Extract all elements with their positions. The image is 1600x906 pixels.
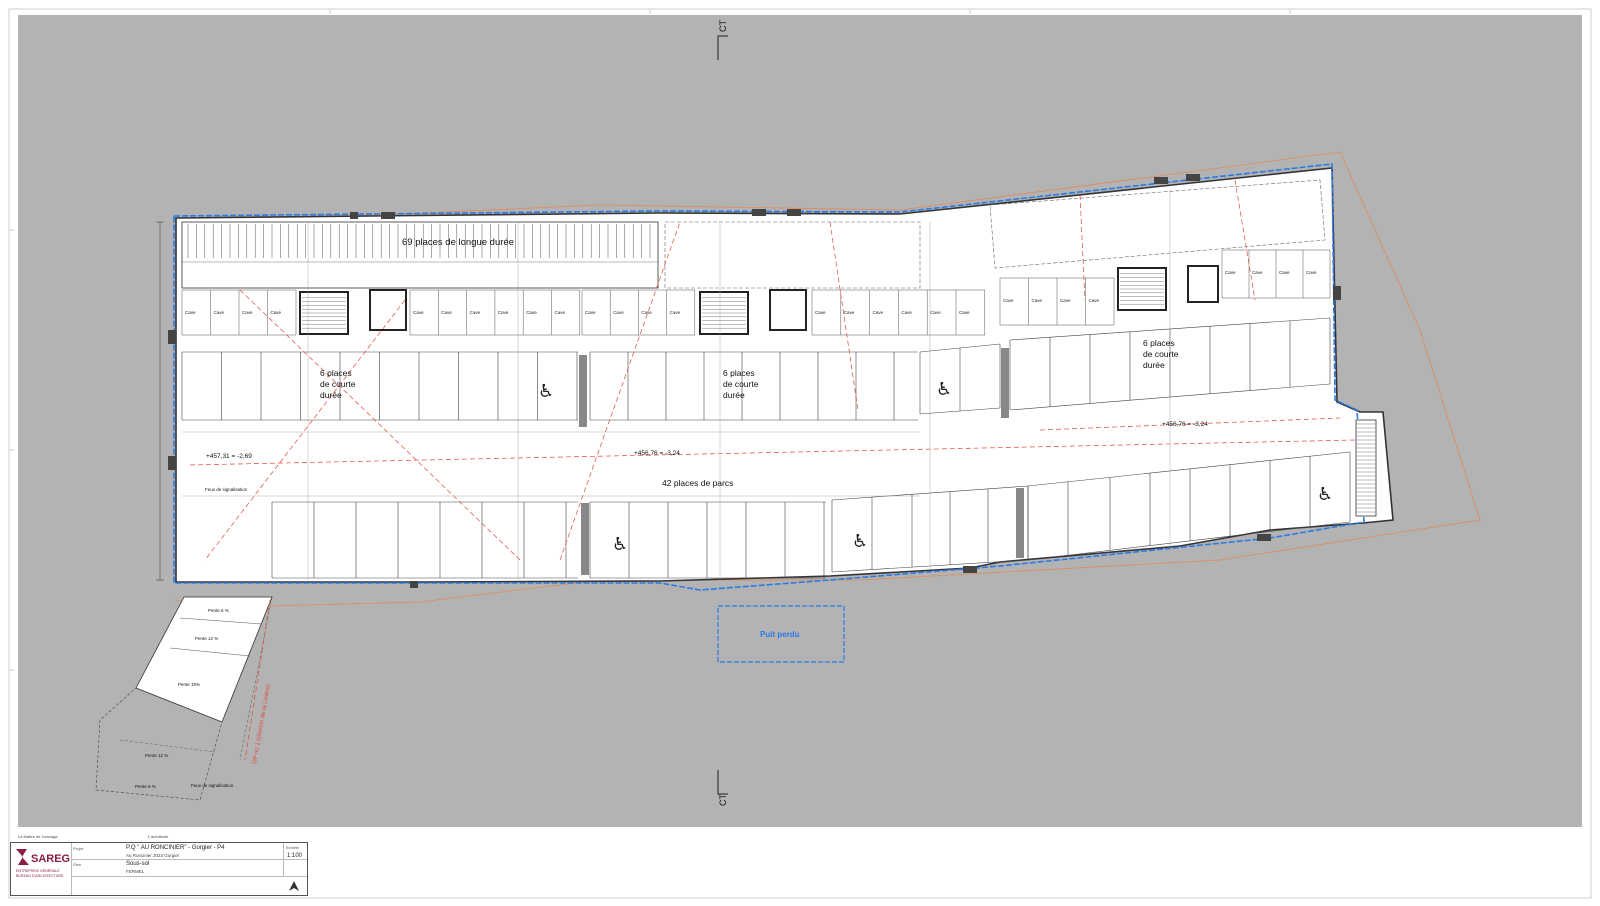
- project-name: P.Q " AU RONCINIER" - Gorgier - P4: [126, 845, 225, 851]
- svg-text:Cave: Cave: [470, 310, 481, 315]
- owner-heading: Le Maître de l'ouvrage: [18, 834, 58, 839]
- level-label-1: +457,31 = -2,69: [206, 453, 252, 460]
- svg-text:Cave: Cave: [959, 310, 970, 315]
- svg-text:Cave: Cave: [185, 310, 196, 315]
- svg-text:Cave: Cave: [413, 310, 424, 315]
- tb-divider-3: [283, 843, 284, 876]
- svg-text:Cave: Cave: [1225, 270, 1236, 275]
- level-label-3: +456,76 = -3,24: [1162, 421, 1208, 428]
- svg-text:Cave: Cave: [441, 310, 452, 315]
- svg-text:Cave: Cave: [670, 310, 681, 315]
- svg-text:Cave: Cave: [815, 310, 826, 315]
- svg-text:ENTREPRISE GÉNÉRALE: ENTREPRISE GÉNÉRALE: [16, 868, 60, 873]
- scale-field-label: Echelle: [286, 845, 300, 850]
- svg-text:Cave: Cave: [1060, 298, 1071, 303]
- plan-field-label: Plan: [73, 862, 82, 867]
- svg-text:Cave: Cave: [930, 310, 941, 315]
- svg-text:Cave: Cave: [873, 310, 884, 315]
- svg-text:Cave: Cave: [1279, 270, 1290, 275]
- svg-text:Cave: Cave: [242, 310, 253, 315]
- section-label-top: CT: [718, 20, 728, 32]
- svg-text:Cave: Cave: [585, 310, 596, 315]
- ramp-label-4: Pente 12 %: [145, 753, 168, 758]
- parks-label: 42 places de parcs: [662, 478, 733, 488]
- ramp-label-1: Pente 6 %: [208, 608, 229, 613]
- svg-text:Cave: Cave: [641, 310, 652, 315]
- svg-text:SAREG: SAREG: [31, 853, 70, 865]
- svg-text:Cave: Cave: [555, 310, 566, 315]
- tb-divider-1: [71, 859, 307, 860]
- ramp-label-2: Pente 12 %: [195, 636, 218, 641]
- architect-heading: L'architecte: [148, 834, 169, 839]
- wheelchair-icon: ♿: [852, 531, 868, 552]
- floor-plan: ♿ ♿ ♿ ♿ ♿ 69 places de longue durée 6 pl…: [8, 8, 1592, 899]
- svg-text:Cave: Cave: [613, 310, 624, 315]
- puit-perdu-label: Puit perdu: [760, 630, 800, 639]
- ramp-label-3: Pente 15%: [178, 682, 200, 687]
- title-block: SAREG ENTREPRISE GÉNÉRALE BUREAU D'ARCHI…: [10, 842, 308, 896]
- svg-text:Cave: Cave: [1003, 298, 1014, 303]
- svg-text:BUREAU D'ARCHITECTURE: BUREAU D'ARCHITECTURE: [16, 874, 64, 878]
- sareg-logo: SAREG ENTREPRISE GÉNÉRALE BUREAU D'ARCHI…: [16, 849, 70, 878]
- north-arrow-icon: [289, 881, 299, 891]
- svg-text:Cave: Cave: [526, 310, 537, 315]
- wheelchair-icon: ♿: [936, 379, 952, 400]
- project-field-label: Projet: [73, 846, 84, 851]
- svg-text:Cave: Cave: [1032, 298, 1043, 303]
- tb-divider-4: [71, 843, 72, 895]
- drawing-sheet: ♿ ♿ ♿ ♿ ♿ 69 places de longue durée 6 pl…: [0, 0, 1600, 906]
- svg-text:Cave: Cave: [1306, 270, 1317, 275]
- wheelchair-icon: ♿: [612, 534, 628, 555]
- tb-divider-2: [71, 876, 307, 877]
- svg-text:Cave: Cave: [1252, 270, 1263, 275]
- wheelchair-icon: ♿: [538, 381, 554, 402]
- section-label-bottom: CT: [718, 794, 728, 806]
- project-address: Au Roncinier 2023 Gorgier: [126, 853, 180, 858]
- svg-text:Cave: Cave: [271, 310, 282, 315]
- level-label-2: +456,76 = -3,24: [634, 450, 680, 457]
- ramp-label-5: Pente 6 %: [135, 784, 156, 789]
- plan-sub: FERMEL: [126, 869, 145, 874]
- feux-label-1: Feux de signalisation: [205, 487, 248, 492]
- basement-floor: [175, 167, 1394, 583]
- long-term-label: 69 places de longue durée: [402, 237, 514, 248]
- plan-name: Sous-sol: [126, 861, 150, 867]
- svg-text:Cave: Cave: [214, 310, 225, 315]
- wheelchair-icon: ♿: [1317, 484, 1333, 505]
- svg-text:Cave: Cave: [901, 310, 912, 315]
- svg-text:Cave: Cave: [1089, 298, 1100, 303]
- svg-text:Cave: Cave: [844, 310, 855, 315]
- feux-label-2: Feux de signalisation: [191, 783, 234, 788]
- svg-text:Cave: Cave: [498, 310, 509, 315]
